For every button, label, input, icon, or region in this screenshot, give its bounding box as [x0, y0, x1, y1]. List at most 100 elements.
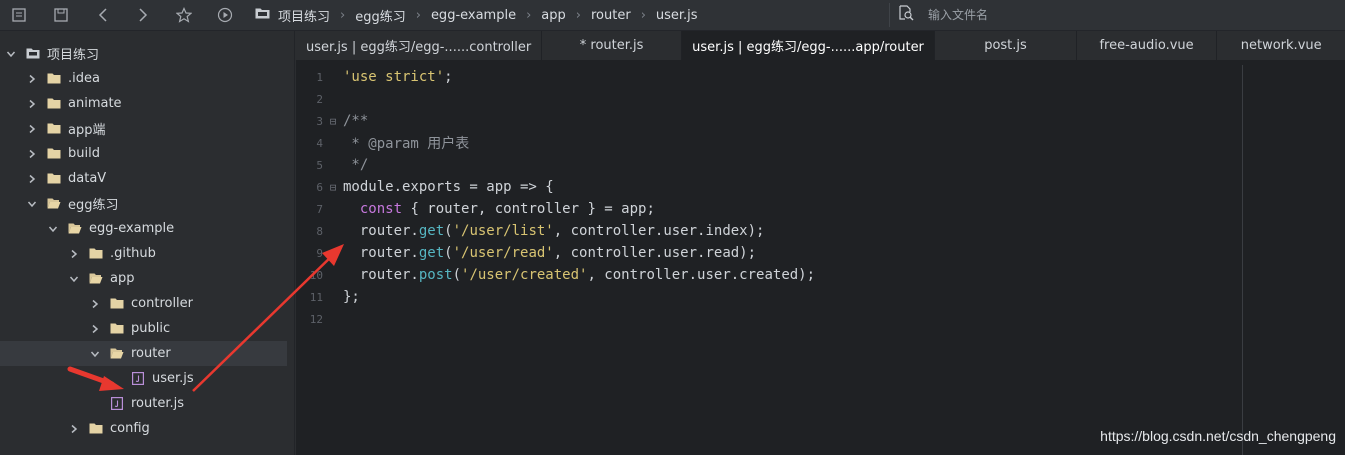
tree-item[interactable]: router	[0, 341, 287, 366]
back-icon[interactable]	[92, 4, 114, 26]
chevron-down-icon[interactable]	[4, 49, 18, 59]
tab-router-js[interactable]: * router.js	[542, 31, 682, 60]
chevron-right-icon[interactable]	[25, 149, 39, 159]
breadcrumb-item[interactable]: app	[541, 8, 565, 23]
line-number: 1	[316, 70, 323, 84]
tree-item[interactable]: build	[0, 141, 287, 166]
tree-item-label: app端	[68, 123, 106, 138]
tab-post-js[interactable]: post.js	[935, 31, 1077, 60]
code-text: ;	[444, 69, 453, 85]
chevron-down-icon[interactable]	[46, 224, 60, 234]
code-line[interactable]: 7 const { router, controller } = app;	[296, 198, 1345, 220]
code-string: '/user/created'	[461, 267, 588, 283]
line-number: 5	[316, 158, 323, 172]
js-file-icon	[111, 397, 124, 411]
code-line[interactable]: 11};	[296, 286, 1345, 308]
chevron-down-icon[interactable]	[25, 199, 39, 209]
line-number: 10	[309, 268, 323, 282]
tree-item-label: config	[110, 421, 150, 436]
code-string: '/user/list'	[452, 223, 554, 239]
chevron-right-icon: ›	[575, 7, 581, 23]
tree-item[interactable]: .idea	[0, 66, 287, 91]
code-text: module.exports = app => {	[343, 179, 554, 195]
tree-item[interactable]: .github	[0, 241, 287, 266]
breadcrumb-item[interactable]: egg练习	[355, 6, 406, 25]
editor-tab-bar: user.js | egg练习/egg-......controller * r…	[296, 31, 1345, 60]
code-line[interactable]: 4 * @param 用户表	[296, 132, 1345, 154]
folder-icon	[47, 148, 61, 159]
code-text: router.	[343, 223, 419, 239]
code-text: };	[343, 289, 360, 305]
chevron-down-icon[interactable]	[88, 349, 102, 359]
code-text: router.	[343, 267, 419, 283]
tree-item[interactable]: public	[0, 316, 287, 341]
tree-item-label: user.js	[152, 371, 194, 386]
tree-item[interactable]: egg练习	[0, 191, 287, 216]
code-content: router.get('/user/list', controller.user…	[343, 223, 765, 239]
star-icon[interactable]	[173, 4, 195, 26]
tree-item[interactable]: app端	[0, 116, 287, 141]
tree-item-label: egg练习	[68, 198, 119, 213]
code-line[interactable]: 12	[296, 308, 1345, 330]
tree-item-label: .github	[110, 246, 156, 261]
tab-user-js-controller[interactable]: user.js | egg练习/egg-......controller	[296, 31, 543, 60]
forward-icon[interactable]	[132, 4, 154, 26]
save-icon[interactable]	[50, 4, 72, 26]
file-tree-sidebar: 项目练习 .idea animate app端 build dataV egg练习 egg-e…	[0, 31, 295, 455]
project-folder-icon	[26, 48, 40, 59]
tab-free-audio-vue[interactable]: free-audio.vue	[1077, 31, 1218, 60]
code-editor[interactable]: 1'use strict'; 2 3 ⊟/** 4 * @param 用户表 5 */6 ⊟…	[296, 60, 1345, 455]
chevron-right-icon[interactable]	[25, 124, 39, 134]
chevron-right-icon[interactable]	[25, 74, 39, 84]
tree-item-label: .idea	[68, 71, 100, 86]
tree-item[interactable]: animate	[0, 91, 287, 116]
line-number: 11	[309, 290, 323, 304]
tree-item[interactable]: user.js	[0, 366, 287, 391]
chevron-right-icon[interactable]	[88, 324, 102, 334]
code-line[interactable]: 2	[296, 88, 1345, 110]
fold-toggle-icon[interactable]: ⊟	[323, 115, 343, 128]
chevron-right-icon[interactable]	[67, 249, 81, 259]
search-input[interactable]	[926, 7, 1310, 23]
chevron-down-icon[interactable]	[67, 274, 81, 284]
folder-icon	[255, 7, 270, 23]
chevron-right-icon: ›	[340, 7, 346, 23]
breadcrumb-item[interactable]: user.js	[656, 8, 698, 23]
code-line[interactable]: 5 */	[296, 154, 1345, 176]
chevron-right-icon: ›	[415, 7, 421, 23]
tree-item[interactable]: router.js	[0, 391, 287, 416]
tree-item[interactable]: 项目练习	[0, 41, 287, 66]
chevron-right-icon[interactable]	[67, 424, 81, 434]
code-line[interactable]: 9 router.get('/user/read', controller.us…	[296, 242, 1345, 264]
run-icon[interactable]	[214, 4, 236, 26]
tree-item-label: animate	[68, 96, 122, 111]
breadcrumb-item[interactable]: 项目练习	[278, 6, 330, 25]
tree-item[interactable]: controller	[0, 291, 287, 316]
code-line[interactable]: 3 ⊟/**	[296, 110, 1345, 132]
breadcrumb-item[interactable]: router	[591, 8, 631, 23]
breadcrumb-item[interactable]: egg-example	[431, 8, 516, 23]
line-number: 12	[309, 312, 323, 326]
tab-user-js-router[interactable]: user.js | egg练习/egg-......app/router	[681, 31, 936, 60]
code-line[interactable]: 1 'use strict';	[296, 66, 1345, 88]
chevron-right-icon[interactable]	[25, 99, 39, 109]
tree-item[interactable]: dataV	[0, 166, 287, 191]
top-toolbar: 项目练习 › egg练习 › egg-example › app › route…	[0, 0, 1345, 31]
chevron-right-icon[interactable]	[25, 174, 39, 184]
code-text: , controller.user.read);	[553, 245, 757, 261]
tree-item[interactable]: app	[0, 266, 287, 291]
tree-item[interactable]: egg-example	[0, 216, 287, 241]
tab-label: free-audio.vue	[1099, 38, 1194, 53]
code-line[interactable]: 10 router.post('/user/created', controll…	[296, 264, 1345, 286]
fold-toggle-icon[interactable]: ⊟	[323, 181, 343, 194]
sidebar-toggle-icon[interactable]	[8, 4, 30, 26]
code-line[interactable]: 6 ⊟ module.exports = app => {	[296, 176, 1345, 198]
chevron-right-icon[interactable]	[88, 299, 102, 309]
tree-item-label: app	[110, 271, 135, 286]
code-line[interactable]: 8 router.get('/user/list', controller.us…	[296, 220, 1345, 242]
code-text: (	[452, 267, 462, 283]
tab-network-vue[interactable]: network.vue	[1217, 31, 1345, 60]
line-number: 9	[316, 246, 323, 260]
tree-item[interactable]: config	[0, 416, 287, 441]
